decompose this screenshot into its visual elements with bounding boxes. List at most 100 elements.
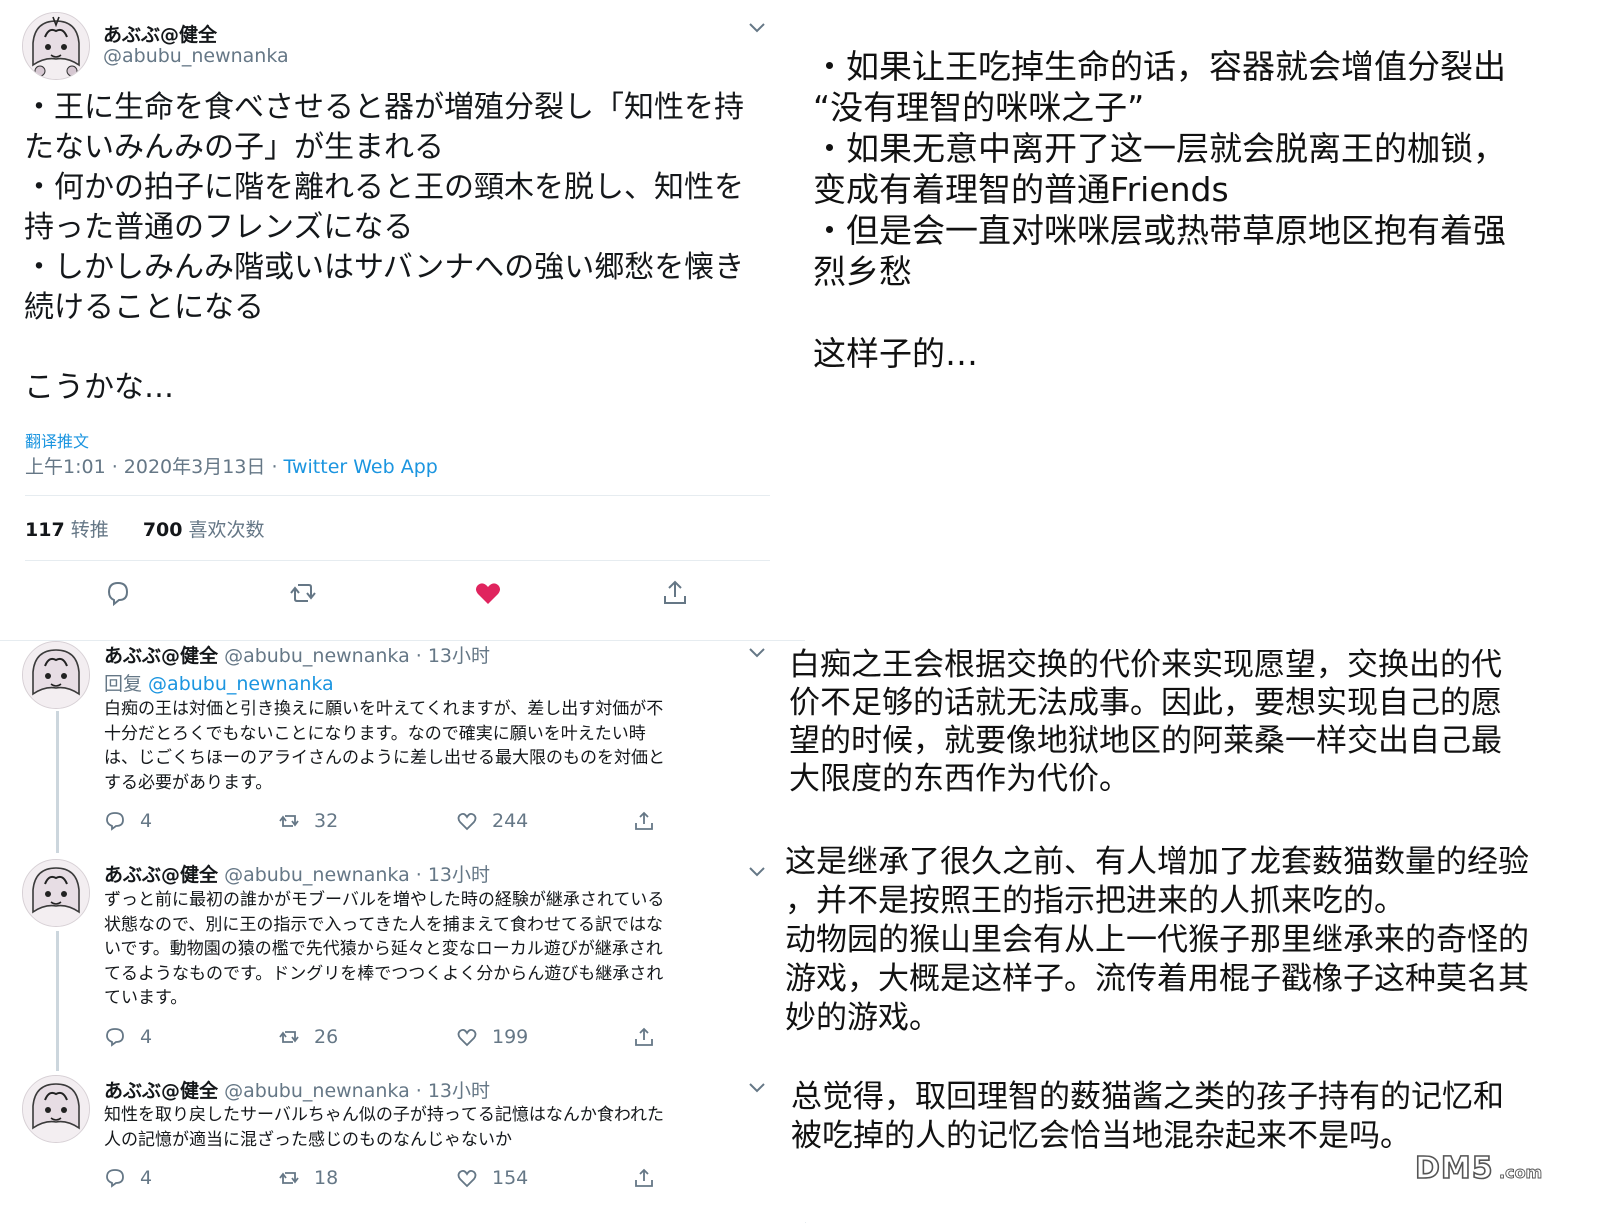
translation-line: 妙的游戏。	[785, 1000, 940, 1036]
retweet-count: 26	[314, 1026, 339, 1048]
share-button[interactable]	[633, 808, 655, 834]
reply-button[interactable]: 4	[104, 1165, 152, 1191]
retweet-button[interactable]: 26	[278, 1024, 338, 1050]
reply-count: 4	[140, 1026, 153, 1048]
reply-line: いです。動物園の猿の檻で先代猿から延々と変なローカル遊びが継承され	[104, 939, 663, 959]
translation-line: 被吃掉的人的记忆会恰当地混杂起来不是吗。	[791, 1118, 1411, 1154]
reply-icon	[106, 1028, 124, 1047]
svg-text:.com: .com	[1499, 1163, 1542, 1182]
reply-button[interactable]	[103, 578, 133, 608]
author-name[interactable]: あぶぶ@健全	[104, 645, 218, 667]
tweet-line: ・何かの拍子に階を離れると王の頸木を脱し、知性を	[24, 170, 744, 205]
source-app-link[interactable]: Twitter Web App	[284, 456, 438, 478]
main-tweet: あぶぶ@健全 @abubu_newnanka ・王に生命を食べさせると器が増殖分…	[0, 0, 806, 640]
timestamp[interactable]: 上午1:01 · 2020年3月13日 ·	[25, 456, 284, 478]
tweet-line: ・王に生命を食べさせると器が増殖分裂し「知性を持	[24, 90, 744, 125]
translation-line	[813, 292, 1506, 333]
translation-line: “没有理智的咪咪之子”	[813, 88, 1145, 127]
reply-prefix: 回复	[104, 673, 149, 695]
reply-line: 状態なので、別に王の指示で入ってきた人を捕まえて食わせてる訳ではな	[104, 914, 663, 935]
avatar[interactable]	[22, 641, 90, 709]
reply-line: ずっと前に最初の誰かがモブーバルを増やした時の経験が継承されている	[104, 890, 665, 910]
reply-header: あぶぶ@健全 @abubu_newnanka · 13小时	[104, 641, 490, 668]
reply-icon	[106, 1169, 124, 1188]
reply-button[interactable]: 4	[104, 808, 152, 834]
like-count[interactable]: 700	[143, 519, 183, 541]
tweet-text: ・王に生命を食べさせると器が増殖分裂し「知性を持 たないみんみの子」が生まれる …	[24, 88, 794, 408]
divider	[25, 495, 770, 496]
reply-line: する必要があります。	[104, 772, 273, 793]
heart-icon	[457, 812, 477, 831]
retweet-icon	[279, 815, 299, 827]
translation-line: 这样子的…	[813, 334, 978, 373]
avatar[interactable]	[22, 12, 90, 80]
share-icon	[635, 1168, 653, 1187]
tweet-meta: 上午1:01 · 2020年3月13日 · Twitter Web App	[25, 452, 438, 479]
retweet-button[interactable]: 18	[278, 1165, 338, 1191]
share-icon	[635, 811, 653, 830]
like-button[interactable]: 199	[456, 1024, 528, 1050]
replying-to: 回复 @abubu_newnanka	[104, 669, 334, 696]
like-label[interactable]: 喜欢次数	[189, 519, 265, 541]
author-name[interactable]: あぶぶ@健全	[103, 20, 217, 47]
tweet-line: ・しかしみんみ階或いはサバンナへの強い郷愁を懐き	[24, 250, 745, 285]
like-button[interactable]: 154	[456, 1165, 528, 1191]
translate-tweet-link[interactable]: 翻译推文	[25, 428, 89, 452]
translation-reply-1: 白痴之王会根据交换的代价来实现愿望，交换出的代 价不足够的话就无法成事。因此，要…	[789, 646, 1502, 798]
like-count: 199	[492, 1026, 529, 1048]
author-name[interactable]: あぶぶ@健全	[104, 1080, 218, 1102]
translation-panel: ・如果让王吃掉生命的话，容器就会增值分裂出 “没有理智的咪咪之子” ・如果无意中…	[785, 0, 1600, 1222]
like-button[interactable]: 244	[456, 808, 528, 834]
tweet-line	[24, 328, 794, 368]
avatar[interactable]	[22, 1075, 90, 1143]
retweet-count: 18	[314, 1167, 339, 1189]
retweet-button[interactable]: 32	[278, 808, 338, 834]
divider	[25, 560, 770, 561]
svg-text:DM5: DM5	[1415, 1151, 1494, 1186]
tweet-line: 続けることになる	[24, 290, 264, 325]
translation-line: 望的时候，就要像地狱地区的阿莱桑一样交出自己最	[789, 723, 1502, 759]
reply-line: 知性を取り戻したサーバルちゃん似の子が持ってる記憶はなんか食われた	[104, 1105, 664, 1125]
reply-target-link[interactable]: @abubu_newnanka	[148, 673, 334, 695]
reply-count: 4	[140, 810, 153, 832]
translation-line: ・如果无意中离开了这一层就会脱离王的枷锁，	[813, 129, 1506, 168]
reply-count: 4	[140, 1167, 153, 1189]
translation-line: 这是继承了很久之前、有人增加了龙套薮猫数量的经验	[785, 844, 1529, 880]
chevron-down-icon[interactable]	[748, 22, 766, 34]
avatar[interactable]	[22, 859, 90, 927]
retweet-label[interactable]: 转推	[71, 519, 109, 541]
like-count: 154	[492, 1167, 529, 1189]
translation-line: ，并不是按照王的指示把进来的人抓来吃的。	[785, 883, 1405, 919]
share-button[interactable]	[660, 578, 690, 608]
translation-line: 烈乡愁	[813, 252, 912, 291]
reply-text: 白痴の王は対価と引き換えに願いを叶えてくれますが、差し出す対価が不 十分だとろく…	[104, 697, 754, 795]
author-handle[interactable]: @abubu_newnanka · 13小时	[224, 645, 490, 667]
author-name[interactable]: あぶぶ@健全	[104, 864, 218, 886]
tweet-stats: 117 转推 700 喜欢次数	[25, 515, 265, 542]
reply-text: 知性を取り戻したサーバルちゃん似の子が持ってる記憶はなんか食われた 人の記憶が適…	[104, 1103, 754, 1152]
translation-line: ・如果让王吃掉生命的话，容器就会增值分裂出	[813, 47, 1506, 86]
author-handle[interactable]: @abubu_newnanka · 13小时	[224, 864, 490, 886]
tweet-line: 持った普通のフレンズになる	[24, 210, 414, 245]
translation-main: ・如果让王吃掉生命的话，容器就会增值分裂出 “没有理智的咪咪之子” ・如果无意中…	[813, 46, 1506, 374]
reply-line: 十分だとろくでもないことになります。なので確実に願いを叶えたい時	[104, 723, 646, 744]
reply-line: てるようなものです。ドングリを棒でつつくよく分からん遊びも継承され	[104, 963, 664, 984]
translation-line: 总觉得，取回理智的薮猫酱之类的孩子持有的记忆和	[791, 1079, 1504, 1115]
reply-line: 白痴の王は対価と引き換えに願いを叶えてくれますが、差し出す対価が不	[104, 699, 664, 719]
chevron-down-icon[interactable]	[748, 647, 766, 659]
chevron-down-icon[interactable]	[748, 866, 766, 878]
reply-header: あぶぶ@健全 @abubu_newnanka · 13小时	[104, 860, 490, 887]
translation-line: ・但是会一直对咪咪层或热带草原地区抱有着强	[813, 211, 1506, 250]
retweet-count[interactable]: 117	[25, 519, 65, 541]
author-handle[interactable]: @abubu_newnanka	[103, 45, 289, 67]
share-button[interactable]	[633, 1165, 655, 1191]
share-button[interactable]	[633, 1024, 655, 1050]
reply-button[interactable]: 4	[104, 1024, 152, 1050]
translation-line: 大限度的东西作为代价。	[789, 761, 1130, 797]
reply-line: は、じごくちほーのアライさんのように差し出せる最大限のものを対価と	[104, 748, 665, 768]
author-handle[interactable]: @abubu_newnanka · 13小时	[224, 1080, 490, 1102]
like-button-active[interactable]	[473, 578, 503, 608]
chevron-down-icon[interactable]	[748, 1082, 766, 1094]
retweet-button[interactable]	[288, 578, 318, 608]
replies-thread: あぶぶ@健全 @abubu_newnanka · 13小时 回复 @abubu_…	[0, 640, 806, 1223]
